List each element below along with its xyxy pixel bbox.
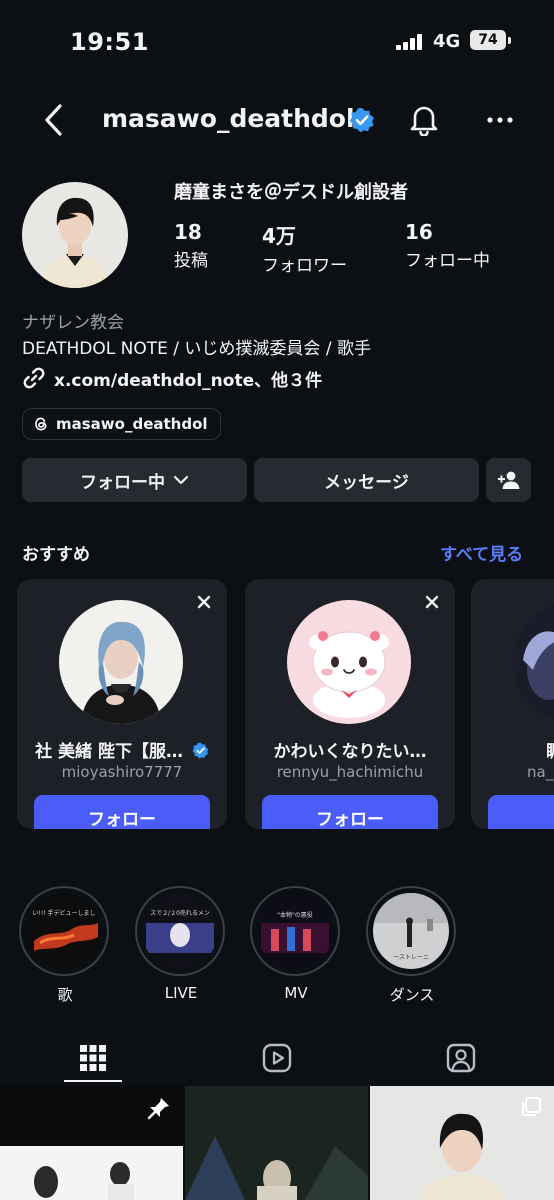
suggestion-card[interactable]: かわいくなりたい… rennyu_hachimichu フォロー: [245, 579, 455, 829]
suggestion-name-text: 社 美緒 陛下【服…: [35, 742, 183, 762]
close-icon: [197, 595, 211, 609]
chevron-down-icon: [173, 475, 189, 485]
stat-following-label: フォロー中: [405, 251, 490, 271]
suggestion-name: 睭: [471, 737, 554, 762]
stat-following-value: 16: [405, 220, 433, 244]
follow-button[interactable]: フ: [488, 795, 554, 829]
profile-category: ナザレン教会: [22, 313, 124, 333]
profile-bio: DEATHDOL NOTE / いじめ撲滅委員会 / 歌手: [22, 339, 371, 359]
suggestion-name: かわいくなりたい…: [273, 742, 427, 762]
profile-header: masawo_deathdol: [0, 90, 554, 150]
suggestion-avatar[interactable]: [513, 600, 554, 724]
tab-reels[interactable]: [248, 1036, 306, 1080]
close-icon: [425, 595, 439, 609]
battery-tip: [508, 37, 511, 44]
header-username: masawo_deathdol: [102, 104, 355, 133]
add-user-button[interactable]: [486, 458, 531, 502]
link-icon: [23, 367, 45, 389]
highlight-label: LIVE: [164, 984, 198, 1002]
verified-badge-icon: [349, 108, 374, 133]
tab-tagged[interactable]: [432, 1036, 490, 1080]
highlight-ring: スで２/２0売れるメン: [135, 886, 225, 976]
stat-following[interactable]: 16 フォロー中: [405, 220, 490, 271]
suggestion-card[interactable]: 社 美緒 陛下【服… mioyashiro7777 フォロー: [17, 579, 227, 829]
profile-link-text: x.com/deathdol_note、他３件: [54, 370, 323, 391]
suggestion-name: 社 美緒 陛下【服…: [17, 737, 227, 762]
status-bar: 19:51 4G 74: [0, 0, 554, 80]
post-thumbnail[interactable]: [370, 1086, 554, 1200]
message-button[interactable]: メッセージ: [254, 458, 479, 502]
highlight-ring: "本物"の悪役: [250, 886, 340, 976]
more-horizontal-icon: [487, 117, 513, 123]
pin-icon: [147, 1098, 169, 1120]
dismiss-button[interactable]: [421, 591, 443, 613]
stat-posts[interactable]: 18 投稿: [174, 220, 208, 271]
verified-badge-icon: [192, 742, 209, 759]
highlight-label: ダンス: [389, 986, 435, 1004]
follow-button[interactable]: フォロー: [34, 795, 210, 829]
follow-button[interactable]: フォロー: [262, 795, 438, 829]
message-button-label: メッセージ: [324, 472, 409, 493]
stat-followers-value: 4万: [262, 224, 296, 248]
tab-posts-grid[interactable]: [64, 1036, 122, 1080]
following-button-label: フォロー中: [80, 472, 165, 493]
suggestion-handle: rennyu_hachimichu: [276, 763, 424, 781]
threads-handle: masawo_deathdol: [56, 415, 208, 433]
dismiss-button[interactable]: [193, 591, 215, 613]
chevron-left-icon: [45, 104, 62, 136]
svg-text:い!!! 手デビューしまし: い!!! 手デビューしまし: [32, 909, 95, 917]
story-highlight[interactable]: スで２/２0売れるメン LIVE: [135, 886, 227, 1002]
threads-chip[interactable]: masawo_deathdol: [22, 408, 221, 440]
suggestion-avatar[interactable]: [59, 600, 183, 724]
more-options-button[interactable]: [482, 100, 518, 140]
see-all-link[interactable]: すべて見る: [440, 540, 523, 565]
bell-icon: [410, 106, 438, 136]
threads-icon: [35, 417, 47, 431]
signal-icon: [396, 34, 426, 50]
svg-text:スで２/２0売れるメン: スで２/２0売れるメン: [150, 909, 210, 917]
add-user-icon: [497, 471, 519, 489]
post-thumbnail[interactable]: [0, 1086, 183, 1200]
highlight-ring: い!!! 手デビューしまし: [19, 886, 109, 976]
suggestion-card[interactable]: 睭 na_m フ: [471, 579, 554, 829]
profile-link[interactable]: x.com/deathdol_note、他３件: [22, 364, 322, 392]
suggestion-handle: mioyashiro7777: [61, 763, 183, 781]
following-button[interactable]: フォロー中: [22, 458, 247, 502]
reels-icon: [262, 1043, 292, 1073]
suggestion-handle: na_m: [527, 763, 554, 781]
network-type: 4G: [433, 31, 461, 52]
highlight-label: MV: [284, 984, 308, 1002]
highlight-ring: ーストレーニ: [366, 886, 456, 976]
profile-avatar[interactable]: [22, 182, 128, 288]
carousel-icon: [522, 1097, 541, 1116]
story-highlight[interactable]: い!!! 手デビューしまし 歌: [19, 886, 111, 1005]
story-highlight[interactable]: "本物"の悪役 MV: [250, 886, 342, 1002]
stat-posts-label: 投稿: [174, 251, 208, 271]
post-thumbnail[interactable]: [185, 1086, 368, 1200]
highlight-label: 歌: [57, 986, 73, 1004]
suggestion-avatar[interactable]: [287, 600, 411, 724]
content-tabs: [0, 1030, 554, 1084]
battery-icon: 74: [470, 30, 506, 50]
active-tab-indicator: [64, 1080, 122, 1082]
status-time: 19:51: [70, 28, 149, 56]
stat-followers-label: フォロワー: [262, 256, 347, 276]
suggestions-title: おすすめ: [22, 545, 90, 565]
stat-followers[interactable]: 4万 フォロワー: [262, 220, 347, 276]
notifications-button[interactable]: [404, 100, 444, 140]
tagged-icon: [446, 1043, 476, 1073]
svg-text:ーストレーニ: ーストレーニ: [393, 954, 429, 961]
back-button[interactable]: [36, 98, 72, 142]
grid-icon: [80, 1045, 106, 1071]
display-name: 磨童まさを＠デスドル創設者: [174, 182, 408, 203]
svg-text:"本物"の悪役: "本物"の悪役: [277, 911, 313, 919]
stat-posts-value: 18: [174, 220, 202, 244]
story-highlight[interactable]: ーストレーニ ダンス: [366, 886, 458, 1005]
